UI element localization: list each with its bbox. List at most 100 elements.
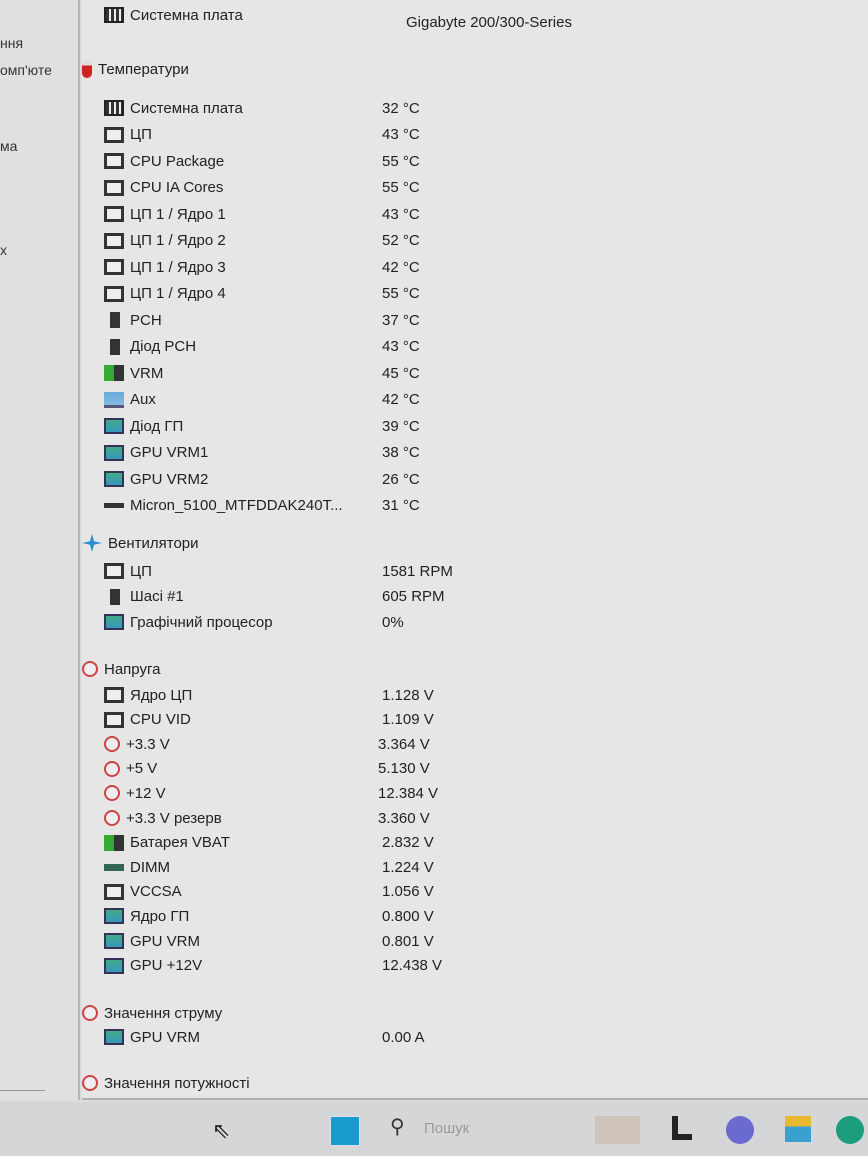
nav-item[interactable]: х xyxy=(0,242,7,258)
edge-browser-icon[interactable] xyxy=(836,1116,864,1144)
sensor-label: GPU VRM xyxy=(130,932,201,950)
sensor-label: Діод PCH xyxy=(130,338,197,355)
divider xyxy=(0,1090,45,1091)
chat-icon[interactable] xyxy=(726,1116,754,1144)
sensor-label: Системна плата xyxy=(130,99,243,117)
sensor-row[interactable]: ЦП 1581 RPM xyxy=(104,560,804,582)
dimm-icon xyxy=(104,863,124,871)
sensor-row-motherboard[interactable]: Системна плата Gigabyte 200/300-Series xyxy=(104,4,804,31)
sensor-row[interactable]: +3.3 V 3.364 V xyxy=(104,733,804,755)
sensor-value: 32 °C xyxy=(382,99,420,117)
left-navigation-panel: ння омп'юте ма х xyxy=(0,0,80,1100)
nav-item[interactable]: ма xyxy=(0,138,17,154)
gpu-icon xyxy=(104,1029,124,1045)
sensor-row[interactable]: VRM 45 °C xyxy=(104,362,804,384)
section-header[interactable]: Напруга xyxy=(82,658,160,680)
sensor-value: 43 °C xyxy=(382,338,420,355)
gpu-icon xyxy=(104,933,124,949)
file-explorer-icon[interactable] xyxy=(785,1116,811,1142)
sensor-label: +3.3 V xyxy=(126,735,170,753)
sensor-row[interactable]: Aux 42 °C xyxy=(104,389,804,411)
chip-icon xyxy=(104,126,124,143)
fan-icon xyxy=(82,534,102,552)
sensor-row[interactable]: Діод PCH 43 °C xyxy=(104,336,804,358)
sensor-row[interactable]: ЦП 1 / Ядро 2 52 °C xyxy=(104,230,804,252)
sensor-row[interactable]: CPU IA Cores 55 °C xyxy=(104,177,804,199)
sensor-value: 38 °C xyxy=(382,444,420,461)
sensor-value: 1.056 V xyxy=(382,883,434,901)
sensor-row[interactable]: ЦП 1 / Ядро 1 43 °C xyxy=(104,203,804,225)
sensor-row[interactable]: ЦП 1 / Ядро 3 42 °C xyxy=(104,256,804,278)
sensor-row[interactable]: PCH 37 °C xyxy=(104,309,804,331)
sensor-label: Micron_5100_MTFDDAK240T... xyxy=(130,497,343,514)
section-title: Вентилятори xyxy=(108,534,199,552)
gpu-icon xyxy=(104,471,124,487)
sensor-row[interactable]: Системна плата 32 °C xyxy=(104,97,804,119)
section-header[interactable]: Температури xyxy=(82,58,189,80)
sensor-row[interactable]: GPU VRM1 38 °C xyxy=(104,442,804,464)
sensor-row[interactable]: ЦП 43 °C xyxy=(104,124,804,146)
gpu-icon xyxy=(104,957,124,974)
sensor-value: 45 °C xyxy=(382,364,420,382)
sensor-value: 605 RPM xyxy=(382,588,445,605)
nav-item[interactable]: ння xyxy=(0,35,23,51)
sensor-label: VRM xyxy=(130,364,164,382)
sensor-value: 0% xyxy=(382,613,404,631)
sensor-label: GPU +12V xyxy=(130,957,203,975)
search-icon[interactable]: ⚲ xyxy=(390,1114,405,1139)
vrm-icon xyxy=(104,365,124,381)
sensor-label: VCCSA xyxy=(130,883,182,901)
section-header[interactable]: Вентилятори xyxy=(82,532,199,554)
sensor-value: 12.438 V xyxy=(382,957,443,975)
search-box[interactable]: Пошук xyxy=(424,1120,469,1137)
current-icon xyxy=(82,1005,98,1021)
sensor-row[interactable]: Батарея VBAT 2.832 V xyxy=(104,832,804,854)
widget-icon[interactable] xyxy=(595,1116,640,1144)
chip-icon xyxy=(104,232,124,249)
sensor-value: 42 °C xyxy=(382,391,420,408)
sensor-row[interactable]: DIMM 1.224 V xyxy=(104,856,804,878)
sensor-value: Gigabyte 200/300-Series xyxy=(406,13,572,31)
sensor-row[interactable]: +3.3 V резерв 3.360 V xyxy=(104,807,804,829)
sensor-label: DIMM xyxy=(130,858,170,876)
sensor-row[interactable]: Ядро ЦП 1.128 V xyxy=(104,684,804,706)
sensor-row[interactable]: +12 V 12.384 V xyxy=(104,782,804,804)
nav-item[interactable]: омп'юте xyxy=(0,62,52,78)
sensor-label: ЦП 1 / Ядро 3 xyxy=(130,258,226,276)
sensor-row[interactable]: Шасі #1 605 RPM xyxy=(104,586,804,608)
chip-icon xyxy=(104,285,124,302)
section-header[interactable]: Значення струму xyxy=(82,1002,222,1024)
section-header[interactable]: Значення потужності xyxy=(82,1072,250,1094)
sensor-row[interactable]: Графічний процесор 0% xyxy=(104,611,804,633)
start-button[interactable] xyxy=(330,1116,360,1146)
sensor-row[interactable]: GPU VRM 0.801 V xyxy=(104,930,804,952)
sensor-row[interactable]: CPU VID 1.109 V xyxy=(104,709,804,731)
section-title: Значення потужності xyxy=(104,1074,250,1092)
sensor-row[interactable]: Micron_5100_MTFDDAK240T... 31 °C xyxy=(104,495,804,517)
sensor-value: 2.832 V xyxy=(382,834,434,852)
sensor-row[interactable]: GPU VRM2 26 °C xyxy=(104,468,804,490)
sensor-value: 55 °C xyxy=(382,152,420,170)
sensor-label: ЦП 1 / Ядро 1 xyxy=(130,205,226,223)
chip-icon xyxy=(104,206,124,222)
sensor-row[interactable]: Діод ГП 39 °C xyxy=(104,415,804,437)
sensor-value: 31 °C xyxy=(382,497,420,514)
sensor-value: 0.801 V xyxy=(382,932,434,950)
sensor-row[interactable]: ЦП 1 / Ядро 4 55 °C xyxy=(104,283,804,305)
sensor-label: Шасі #1 xyxy=(130,588,184,605)
sensor-value: 55 °C xyxy=(382,179,420,196)
vrm-icon xyxy=(104,834,124,851)
chip-icon xyxy=(104,711,124,728)
sensor-row[interactable]: GPU VRM 0.00 A xyxy=(104,1026,804,1048)
taskbar: ⇖ ⚲ Пошук xyxy=(0,1102,868,1156)
gpu-icon xyxy=(104,908,124,925)
sensor-row[interactable]: GPU +12V 12.438 V xyxy=(104,955,804,977)
app-icon[interactable] xyxy=(672,1116,692,1140)
sensor-row[interactable]: CPU Package 55 °C xyxy=(104,150,804,172)
sensor-row[interactable]: Ядро ГП 0.800 V xyxy=(104,905,804,927)
sensor-label: GPU VRM2 xyxy=(130,470,209,488)
sensor-row[interactable]: VCCSA 1.056 V xyxy=(104,881,804,903)
sensor-label: Ядро ГП xyxy=(130,907,190,925)
sensor-label: CPU IA Cores xyxy=(130,179,224,196)
sensor-row[interactable]: +5 V 5.130 V xyxy=(104,758,804,780)
